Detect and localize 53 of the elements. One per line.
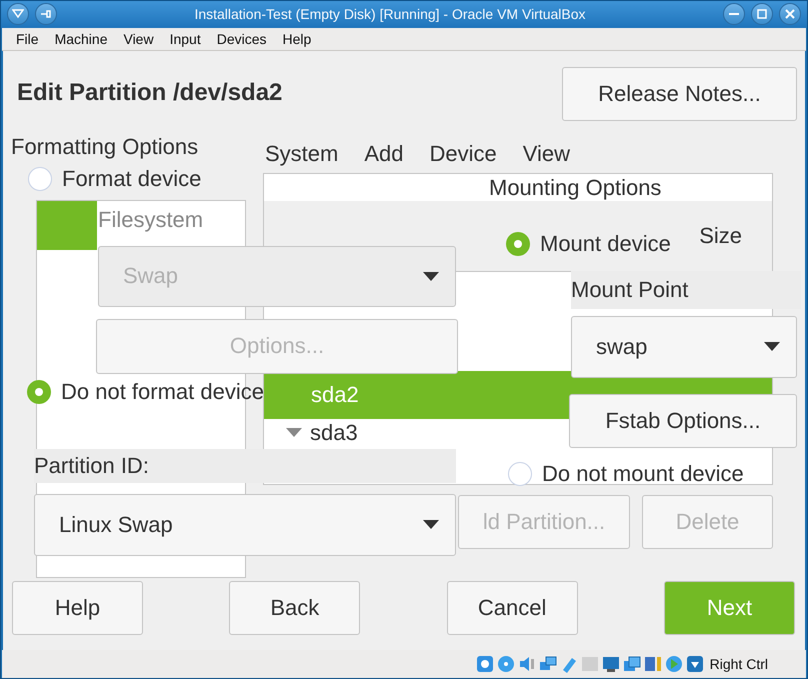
menu-item[interactable]: System	[265, 140, 338, 171]
monitor-icon[interactable]	[602, 655, 620, 673]
close-icon	[785, 9, 795, 20]
nav-button[interactable]: Back	[229, 580, 360, 635]
section-title: Mounting Options	[489, 174, 662, 202]
menu-item[interactable]: Device	[430, 140, 497, 171]
host-key-label: Right Ctrl	[710, 656, 768, 672]
nav-button[interactable]: Cancel	[446, 580, 578, 635]
minimize-button[interactable]	[723, 3, 745, 26]
menu-item[interactable]: Devices	[208, 30, 275, 47]
close-button[interactable]	[779, 3, 801, 26]
column-header[interactable]: Size	[699, 222, 742, 249]
menu-item[interactable]: Add	[364, 140, 404, 171]
radio-label: Do not format device	[61, 378, 264, 405]
release-notes-button[interactable]: Release Notes...	[562, 66, 797, 121]
menu-item[interactable]: View	[115, 30, 162, 47]
menu-item[interactable]: View	[522, 140, 570, 171]
menu-item[interactable]: Input	[162, 30, 209, 47]
window-title: Installation-Test (Empty Disk) [Running] - Oracle VM VirtualBox	[193, 6, 587, 22]
field-label: Partition ID:	[34, 448, 456, 483]
table-cell: sda2	[311, 382, 359, 408]
meter-icon[interactable]	[644, 655, 662, 673]
dialog-heading: Edit Partition /dev/sda2	[17, 78, 282, 107]
caret-icon	[423, 520, 439, 530]
section-title: Formatting Options	[11, 132, 198, 161]
maximize-button[interactable]	[751, 3, 773, 26]
radio-label: Format device	[62, 166, 202, 192]
table-cell: sda3	[310, 420, 358, 446]
window-menu-button[interactable]	[7, 3, 29, 26]
partition-id-dropdown[interactable]: Linux Swap	[34, 494, 456, 556]
pin-button[interactable]	[35, 3, 57, 26]
speaker-icon[interactable]	[518, 655, 536, 673]
expand-icon	[286, 428, 302, 438]
menu-item[interactable]: Help	[274, 30, 320, 47]
menu-item[interactable]: File	[8, 30, 47, 47]
radio-button[interactable]	[27, 380, 51, 404]
windows-icon[interactable]	[622, 655, 641, 673]
menu-item[interactable]: Machine	[46, 30, 116, 47]
field-label: Filesystem	[98, 206, 204, 234]
radio-button[interactable]	[28, 166, 52, 191]
caret-icon	[764, 342, 780, 352]
radio-label: Mount device	[540, 230, 671, 257]
radio-label: Do not mount device	[542, 460, 744, 487]
mount-point-dropdown[interactable]: swap	[571, 316, 797, 378]
network-icon[interactable]	[538, 655, 557, 673]
fstab-options-button[interactable]: Fstab Options...	[569, 394, 797, 448]
minimize-icon	[729, 13, 739, 16]
table-row[interactable]: sda3	[264, 418, 544, 447]
nav-button[interactable]: Help	[12, 580, 143, 635]
down-arrow-icon	[12, 9, 24, 20]
optical-disc-icon[interactable]	[496, 655, 515, 673]
pin-icon	[40, 9, 52, 20]
maximize-icon	[757, 9, 767, 20]
